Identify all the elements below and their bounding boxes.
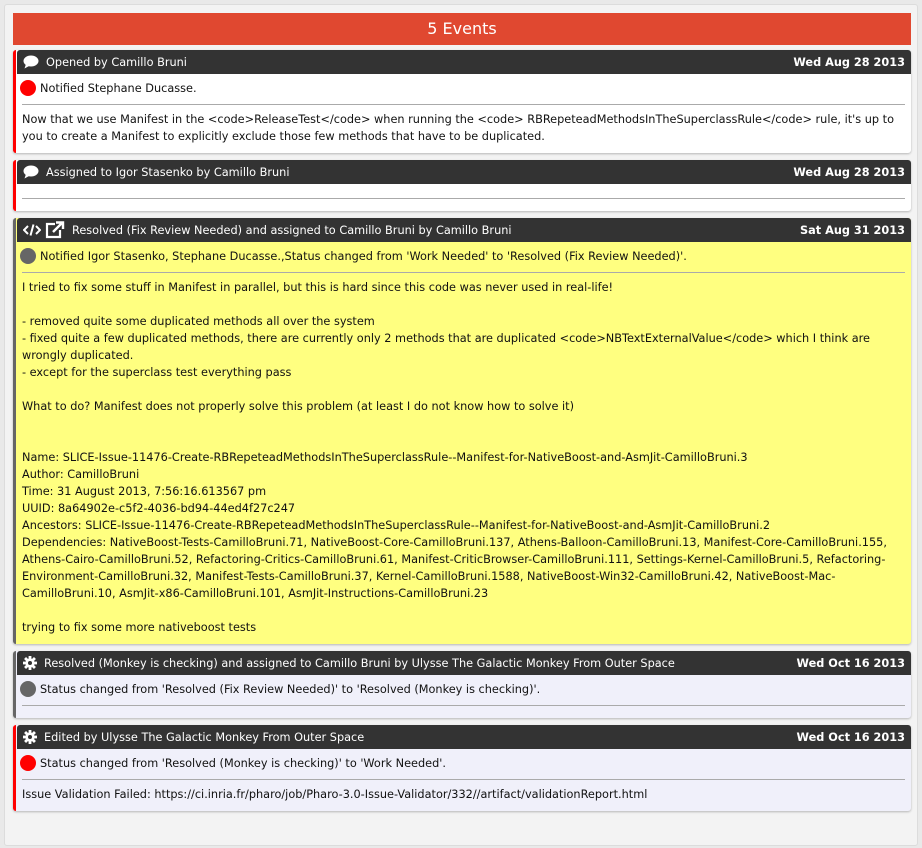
event-notice: Notified Stephane Ducasse. — [16, 74, 911, 98]
body-line: Now that we use Manifest in the <code>Re… — [22, 113, 895, 143]
body-line: Time: 31 August 2013, 7:56:16.613567 pm — [22, 485, 267, 498]
event-header: Opened by Camillo Bruni Wed Aug 28 2013 — [17, 50, 911, 74]
event-title: Resolved (Fix Review Needed) and assigne… — [72, 223, 512, 237]
body-line — [22, 381, 905, 398]
comment-icon — [23, 55, 39, 69]
body-line: - except for the superclass test everyth… — [22, 366, 292, 379]
body-line — [22, 296, 905, 313]
event-card: Resolved (Fix Review Needed) and assigne… — [13, 218, 911, 644]
event-title: Assigned to Igor Stasenko by Camillo Bru… — [46, 165, 290, 179]
body-line: What to do? Manifest does not properly s… — [22, 400, 575, 413]
event-card: Assigned to Igor Stasenko by Camillo Bru… — [13, 160, 911, 211]
body-line: trying to fix some more nativeboost test… — [22, 621, 257, 634]
status-dot-icon — [20, 681, 36, 697]
event-body: I tried to fix some stuff in Manifest in… — [16, 273, 911, 636]
body-line: - fixed quite a few duplicated methods, … — [22, 332, 871, 362]
event-date: Wed Aug 28 2013 — [793, 165, 905, 179]
status-dot-icon — [20, 80, 36, 96]
code-icon — [23, 223, 41, 237]
event-header: Edited by Ulysse The Galactic Monkey Fro… — [17, 725, 911, 749]
event-card: Edited by Ulysse The Galactic Monkey Fro… — [13, 725, 911, 811]
gear-icon — [23, 730, 37, 744]
notice-text: Notified Igor Stasenko, Stephane Ducasse… — [40, 249, 687, 263]
event-icons — [23, 656, 37, 670]
event-date: Wed Aug 28 2013 — [793, 55, 905, 69]
body-line: I tried to fix some stuff in Manifest in… — [22, 281, 614, 294]
event-icons — [23, 55, 39, 69]
status-dot-icon — [20, 755, 36, 771]
events-count-header: 5 Events — [13, 13, 911, 45]
event-notice: Status changed from 'Resolved (Fix Revie… — [16, 675, 911, 699]
event-header: Assigned to Igor Stasenko by Camillo Bru… — [17, 160, 911, 184]
body-line: Name: SLICE-Issue-11476-Create-RBRepetea… — [22, 451, 748, 464]
event-title: Opened by Camillo Bruni — [46, 55, 187, 69]
external-link-icon[interactable] — [45, 221, 65, 239]
event-date: Wed Oct 16 2013 — [796, 656, 905, 670]
event-icons — [23, 730, 37, 744]
event-header: Resolved (Fix Review Needed) and assigne… — [17, 218, 911, 242]
event-title: Edited by Ulysse The Galactic Monkey Fro… — [44, 730, 365, 744]
event-card: Opened by Camillo Bruni Wed Aug 28 2013 No… — [13, 50, 911, 153]
event-card: Resolved (Monkey is checking) and assign… — [13, 651, 911, 718]
event-divider — [22, 198, 905, 199]
event-header: Resolved (Monkey is checking) and assign… — [17, 651, 911, 675]
body-line: Dependencies: NativeBoost-Tests-CamilloB… — [22, 536, 887, 600]
status-dot-icon — [20, 248, 36, 264]
event-icons — [23, 221, 65, 239]
event-date: Sat Aug 31 2013 — [800, 223, 905, 237]
events-panel: 5 Events Opened by Camillo Bruni Wed Aug … — [4, 4, 918, 846]
event-body: Issue Validation Failed: https://ci.inri… — [16, 780, 911, 803]
body-line: Issue Validation Failed: https://ci.inri… — [22, 788, 648, 801]
body-line — [22, 602, 905, 619]
event-divider — [22, 705, 905, 706]
event-icons — [23, 165, 39, 179]
body-line: - removed quite some duplicated methods … — [22, 315, 375, 328]
gear-icon — [23, 656, 37, 670]
event-notice: Status changed from 'Resolved (Monkey is… — [16, 749, 911, 773]
notice-text: Status changed from 'Resolved (Monkey is… — [40, 756, 446, 770]
comment-icon — [23, 165, 39, 179]
notice-text: Status changed from 'Resolved (Fix Revie… — [40, 682, 541, 696]
event-notice-empty — [16, 184, 911, 192]
body-line: Author: CamilloBruni — [22, 468, 140, 481]
event-title: Resolved (Monkey is checking) and assign… — [44, 656, 675, 670]
body-line — [22, 432, 905, 449]
body-line — [22, 415, 905, 432]
event-list: Opened by Camillo Bruni Wed Aug 28 2013 No… — [13, 50, 911, 818]
notice-text: Notified Stephane Ducasse. — [40, 81, 197, 95]
event-body: Now that we use Manifest in the <code>Re… — [16, 105, 911, 145]
body-line: Ancestors: SLICE-Issue-11476-Create-RBRe… — [22, 519, 771, 532]
event-notice: Notified Igor Stasenko, Stephane Ducasse… — [16, 242, 911, 266]
event-date: Wed Oct 16 2013 — [796, 730, 905, 744]
body-line: UUID: 8a64902e-c5f2-4036-bd94-44ed4f27c2… — [22, 502, 296, 515]
